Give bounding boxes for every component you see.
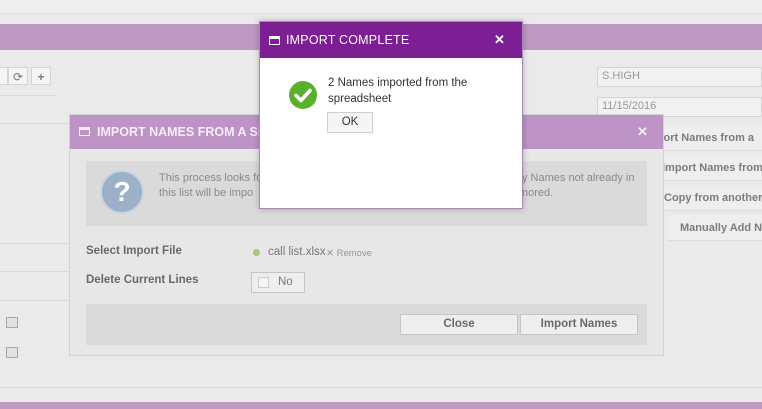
import-complete-modal: IMPORT COMPLETE ✕ 2 Names imported from …	[259, 21, 523, 209]
success-check-icon	[289, 81, 317, 109]
modal-title: IMPORT COMPLETE	[286, 33, 410, 47]
window-icon	[269, 36, 280, 45]
close-icon[interactable]: ✕	[494, 32, 505, 48]
import-result-message: 2 Names imported from the spreadsheet	[328, 77, 468, 105]
modal-header: IMPORT COMPLETE ✕	[260, 22, 522, 58]
ok-button[interactable]: OK	[327, 112, 373, 133]
